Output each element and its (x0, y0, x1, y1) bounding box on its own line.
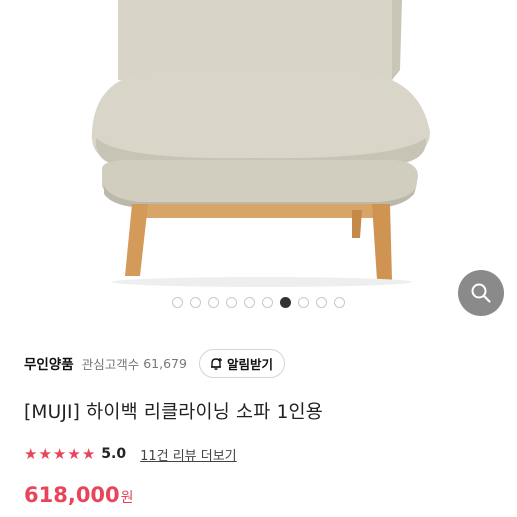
fav-customers-label: 관심고객수 (81, 356, 140, 372)
zoom-button[interactable] (458, 270, 504, 316)
fav-customers-count: 61,679 (143, 355, 187, 371)
carousel-dot[interactable] (172, 297, 183, 308)
price-value: 618,000 (24, 483, 120, 507)
carousel-dot[interactable] (334, 297, 345, 308)
product-title: [MUJI] 하이백 리클라이닝 소파 1인용 (24, 402, 323, 423)
carousel-dot[interactable] (190, 297, 201, 308)
carousel-dot-active[interactable] (280, 297, 291, 308)
price-currency: 원 (120, 490, 134, 506)
carousel-indicators (0, 297, 517, 308)
star-icon: ★ (81, 444, 96, 463)
carousel-dot[interactable] (298, 297, 309, 308)
carousel-dot[interactable] (226, 297, 237, 308)
magnifier-icon (471, 283, 491, 303)
carousel-dot[interactable] (244, 297, 255, 308)
star-icon: ★ (38, 444, 52, 463)
alarm-button-label: 알림받기 (226, 356, 273, 372)
recliner-sofa-image (91, 0, 431, 287)
star-icon: ★ (52, 444, 67, 463)
bell-plus-icon (209, 356, 224, 371)
product-image-area[interactable] (0, 0, 517, 322)
price-row: 618,000 원 (24, 483, 134, 507)
carousel-dot[interactable] (208, 297, 219, 308)
star-icon: ★ (24, 444, 38, 463)
carousel-dot[interactable] (316, 297, 327, 308)
star-icon: ★ (67, 444, 81, 463)
rating-row: ★ ★ ★ ★ ★ 5.0 11건 리뷰 더보기 (24, 444, 237, 464)
rating-value: 5.0 (101, 446, 127, 462)
brand-name[interactable]: 무인양품 (24, 353, 74, 373)
review-link[interactable]: 11건 리뷰 더보기 (140, 445, 237, 464)
rating-stars: ★ ★ ★ ★ ★ (24, 444, 96, 463)
alarm-button[interactable]: 알림받기 (198, 348, 285, 378)
brand-row: 무인양품 관심고객수 61,679 알림받기 (24, 348, 285, 378)
carousel-dot[interactable] (262, 297, 273, 308)
